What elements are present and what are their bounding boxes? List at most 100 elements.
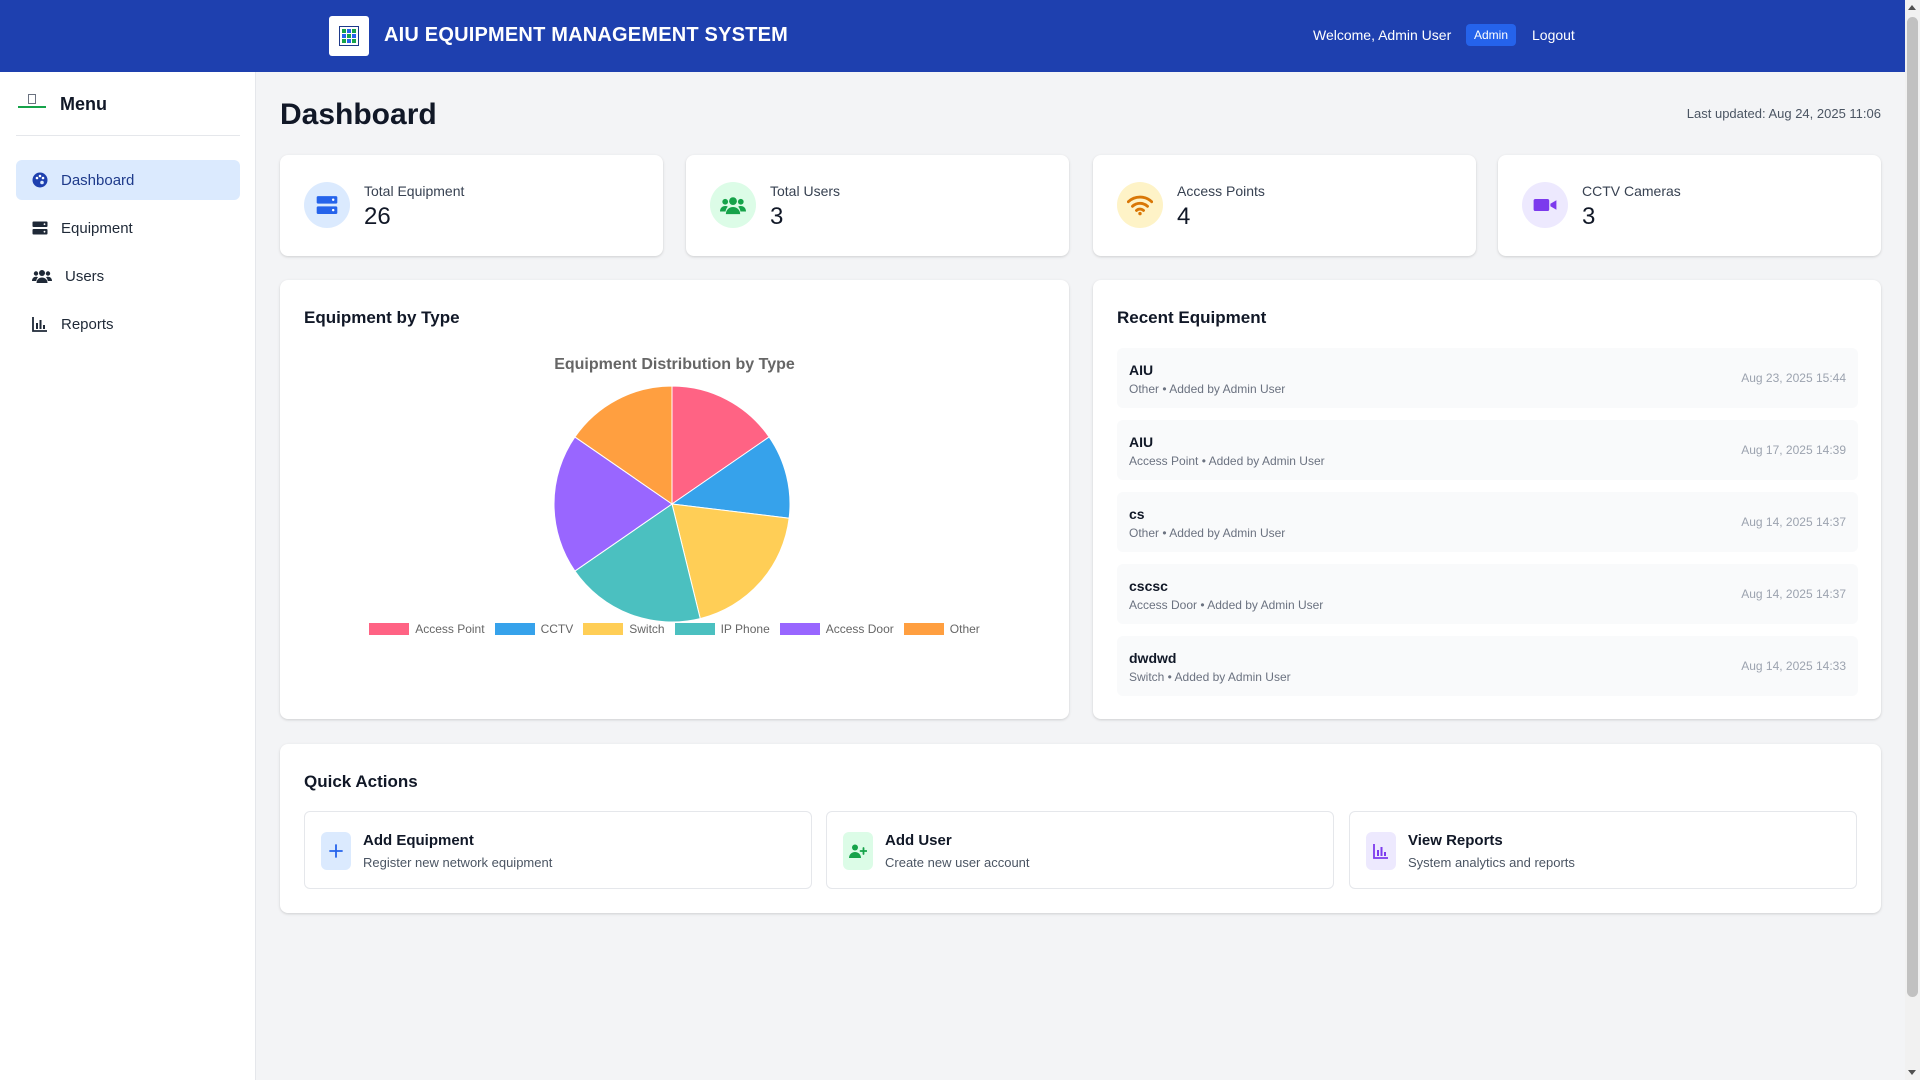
legend-label: CCTV [540, 622, 574, 636]
server-icon [32, 220, 48, 236]
add-equipment-button[interactable]: Add Equipment Register new network equip… [304, 811, 812, 889]
legend-item[interactable]: Access Door [779, 622, 894, 636]
stat-value: 4 [1177, 203, 1191, 230]
sidebar-item-label: Users [65, 267, 105, 285]
welcome-text: Welcome, Admin User [1313, 27, 1452, 43]
equipment-date: Aug 14, 2025 14:37 [1741, 515, 1846, 529]
equipment-date: Aug 14, 2025 14:37 [1741, 587, 1846, 601]
equipment-meta: Switch • Added by Admin User [1129, 670, 1291, 684]
legend-swatch [369, 623, 410, 635]
server-icon [304, 182, 350, 228]
action-title: Add User [885, 832, 952, 849]
equipment-meta: Other • Added by Admin User [1129, 382, 1286, 396]
equipment-name: cs [1129, 506, 1145, 522]
legend-swatch [779, 623, 820, 635]
users-icon [32, 268, 52, 284]
stat-card-total-users: Total Users 3 [686, 155, 1069, 256]
stat-label: Access Points [1177, 183, 1265, 199]
page-scrollbar[interactable] [1905, 0, 1920, 1080]
sidebar-item-dashboard[interactable]: Dashboard [16, 160, 240, 200]
action-description: System analytics and reports [1408, 855, 1575, 870]
user-plus-icon [843, 832, 873, 870]
legend-label: Access Point [415, 622, 485, 636]
stat-card-cctv-cameras: CCTV Cameras 3 [1498, 155, 1881, 256]
scroll-thumb[interactable] [1907, 17, 1918, 997]
action-description: Create new user account [885, 855, 1030, 870]
legend-item[interactable]: Other [903, 622, 980, 636]
list-item[interactable]: AIU Other • Added by Admin User Aug 23, … [1117, 348, 1858, 408]
sidebar-header: Menu [16, 92, 240, 136]
equipment-name: AIU [1129, 434, 1154, 450]
quick-actions-panel: Quick Actions Add Equipment Register new… [280, 744, 1881, 913]
legend-item[interactable]: Access Point [369, 622, 485, 636]
legend-label: Other [949, 622, 980, 636]
scroll-down-icon[interactable] [1908, 1070, 1916, 1075]
legend-label: Access Door [825, 622, 894, 636]
legend-swatch [494, 623, 535, 635]
pie-chart-svg [553, 385, 791, 623]
last-updated-text: Last updated: Aug 24, 2025 11:06 [1686, 106, 1881, 121]
video-camera-icon [1522, 182, 1568, 228]
page-title: Dashboard [280, 98, 437, 131]
pie-chart [552, 384, 792, 624]
sidebar-item-label: Dashboard [61, 171, 135, 189]
sidebar-item-equipment[interactable]: Equipment [16, 208, 240, 248]
stat-card-total-equipment: Total Equipment 26 [280, 155, 663, 256]
equipment-name: cscsc [1129, 578, 1168, 594]
list-item[interactable]: dwdwd Switch • Added by Admin User Aug 1… [1117, 636, 1858, 696]
legend-swatch [583, 623, 624, 635]
app-title: AIU EQUIPMENT MANAGEMENT SYSTEM [384, 24, 788, 46]
action-title: View Reports [1408, 832, 1503, 849]
legend-swatch [903, 623, 944, 635]
equipment-meta: Other • Added by Admin User [1129, 526, 1286, 540]
sidebar: Menu Dashboard Equipment Users Reports [0, 72, 256, 1080]
stat-label: CCTV Cameras [1582, 183, 1681, 199]
chart-legend: Access Point CCTV Switch IP Phone Access Doo… [280, 622, 1069, 636]
menu-logo-icon [18, 94, 46, 110]
panel-title: Quick Actions [304, 772, 418, 791]
panel-title: Equipment by Type [304, 308, 460, 327]
list-item[interactable]: cs Other • Added by Admin User Aug 14, 2… [1117, 492, 1858, 552]
list-item[interactable]: AIU Access Point • Added by Admin User A… [1117, 420, 1858, 480]
top-header: AIU EQUIPMENT MANAGEMENT SYSTEM Welcome,… [0, 0, 1905, 72]
action-title: Add Equipment [363, 832, 474, 849]
legend-item[interactable]: Switch [583, 622, 665, 636]
sidebar-item-reports[interactable]: Reports [16, 304, 240, 344]
equipment-by-type-panel: Equipment by Type Equipment Distribution… [280, 280, 1069, 719]
stat-card-access-points: Access Points 4 [1093, 155, 1476, 256]
wifi-icon [1117, 182, 1163, 228]
panel-title: Recent Equipment [1117, 308, 1267, 327]
users-icon [710, 182, 756, 228]
stat-value: 3 [1582, 203, 1596, 230]
legend-item[interactable]: IP Phone [674, 622, 770, 636]
stat-label: Total Users [770, 183, 841, 199]
equipment-meta: Access Door • Added by Admin User [1129, 598, 1324, 612]
equipment-name: dwdwd [1129, 650, 1177, 666]
menu-title: Menu [60, 94, 107, 114]
role-badge: Admin [1466, 24, 1517, 46]
action-description: Register new network equipment [363, 855, 553, 870]
stat-label: Total Equipment [364, 183, 465, 199]
legend-swatch [674, 623, 715, 635]
logout-link[interactable]: Logout [1532, 27, 1575, 43]
legend-item[interactable]: CCTV [494, 622, 574, 636]
equipment-date: Aug 17, 2025 14:39 [1741, 443, 1846, 457]
plus-icon [321, 832, 351, 870]
legend-label: Switch [629, 622, 665, 636]
chart-title: Equipment Distribution by Type [554, 356, 795, 373]
sidebar-item-users[interactable]: Users [16, 256, 240, 296]
recent-equipment-panel: Recent Equipment AIU Other • Added by Ad… [1093, 280, 1881, 719]
scroll-up-icon[interactable] [1908, 5, 1916, 10]
palette-icon [32, 172, 48, 188]
add-user-button[interactable]: Add User Create new user account [826, 811, 1334, 889]
equipment-meta: Access Point • Added by Admin User [1129, 454, 1325, 468]
app-logo [329, 16, 369, 56]
equipment-date: Aug 14, 2025 14:33 [1741, 659, 1846, 673]
chart-bar-icon [1366, 832, 1396, 870]
legend-label: IP Phone [720, 622, 770, 636]
equipment-name: AIU [1129, 362, 1154, 378]
view-reports-button[interactable]: View Reports System analytics and report… [1349, 811, 1857, 889]
stat-value: 3 [770, 203, 784, 230]
chart-bar-icon [32, 316, 48, 332]
list-item[interactable]: cscsc Access Door • Added by Admin User … [1117, 564, 1858, 624]
